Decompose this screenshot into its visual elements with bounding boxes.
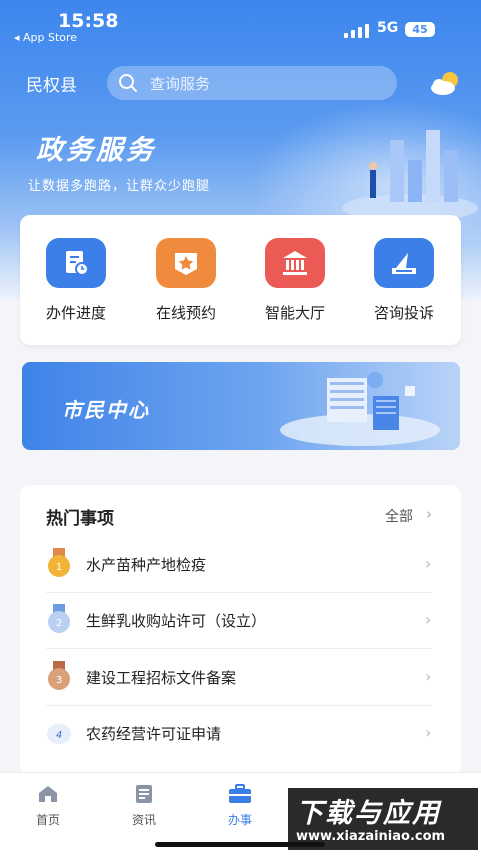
svg-text:3: 3 bbox=[56, 675, 62, 686]
search-placeholder: 查询服务 bbox=[150, 75, 211, 93]
progress-doc-icon bbox=[46, 238, 106, 288]
briefcase-icon bbox=[229, 784, 251, 803]
chevron-right-icon: › bbox=[425, 667, 432, 686]
signal-icon bbox=[344, 24, 370, 38]
watermark-logo: 下载与应用 bbox=[296, 798, 441, 829]
quick-service-label: 办件进度 bbox=[45, 304, 106, 322]
partly-cloudy-icon[interactable] bbox=[428, 69, 462, 97]
divider bbox=[46, 648, 432, 649]
hero-title: 政务服务 bbox=[36, 135, 156, 166]
home-indicator[interactable] bbox=[155, 842, 325, 847]
news-icon bbox=[136, 785, 152, 803]
tab-label: 办事 bbox=[227, 813, 252, 827]
quick-service-consult[interactable]: 咨询投诉 bbox=[359, 238, 449, 323]
hot-item-2[interactable]: 生鲜乳收购站许可（设立） bbox=[86, 610, 266, 631]
hot-items-title: 热门事项 bbox=[46, 509, 114, 529]
banner-title: 市民中心 bbox=[62, 398, 150, 422]
status-time: 15:58 bbox=[58, 10, 119, 32]
tab-label: 资讯 bbox=[131, 813, 156, 827]
network-label: 5G bbox=[377, 20, 399, 36]
hero-illustration bbox=[342, 130, 478, 222]
chevron-right-icon: › bbox=[425, 723, 432, 742]
divider bbox=[46, 705, 432, 706]
banner-illustration bbox=[280, 372, 440, 446]
hot-item-1[interactable]: 水产苗种产地检疫 bbox=[86, 554, 206, 575]
back-to-app-link[interactable]: ◂ App Store bbox=[14, 31, 77, 44]
svg-text:1: 1 bbox=[56, 562, 62, 573]
building-icon bbox=[265, 238, 325, 288]
quick-service-label: 咨询投诉 bbox=[373, 304, 434, 322]
quick-service-progress[interactable]: 办件进度 bbox=[31, 238, 121, 323]
tab-services[interactable]: 办事 bbox=[210, 784, 270, 828]
county-selector[interactable]: 民权县 bbox=[26, 71, 77, 96]
chevron-right-icon: › bbox=[426, 505, 432, 523]
home-icon bbox=[39, 786, 57, 802]
rank-4-badge-icon: 4 bbox=[47, 724, 71, 744]
chevron-right-icon: › bbox=[425, 554, 432, 573]
rank-1-medal-icon: 1 bbox=[48, 548, 70, 577]
battery-icon: 45 bbox=[405, 22, 435, 37]
quick-service-label: 在线预约 bbox=[155, 304, 216, 322]
hero-subtitle: 让数据多跑路，让群众少跑腿 bbox=[28, 179, 211, 194]
rank-3-medal-icon: 3 bbox=[48, 661, 70, 690]
svg-text:4: 4 bbox=[56, 730, 62, 741]
rank-2-medal-icon: 2 bbox=[48, 604, 70, 633]
quick-service-label: 智能大厅 bbox=[264, 304, 325, 322]
quick-service-hall[interactable]: 智能大厅 bbox=[250, 238, 340, 323]
star-badge-icon bbox=[156, 238, 216, 288]
tab-label: 首页 bbox=[35, 813, 60, 827]
search-icon bbox=[119, 74, 137, 92]
svg-text:2: 2 bbox=[56, 618, 62, 629]
hot-item-4[interactable]: 农药经营许可证申请 bbox=[86, 723, 221, 744]
quick-service-booking[interactable]: 在线预约 bbox=[141, 238, 231, 323]
divider bbox=[46, 592, 432, 593]
chevron-right-icon: › bbox=[425, 610, 432, 629]
hot-item-3[interactable]: 建设工程招标文件备案 bbox=[86, 667, 236, 688]
tab-news[interactable]: 资讯 bbox=[114, 784, 174, 828]
view-all-link[interactable]: 全部 bbox=[385, 506, 413, 526]
inbox-send-icon bbox=[374, 238, 434, 288]
tab-home[interactable]: 首页 bbox=[18, 784, 78, 828]
